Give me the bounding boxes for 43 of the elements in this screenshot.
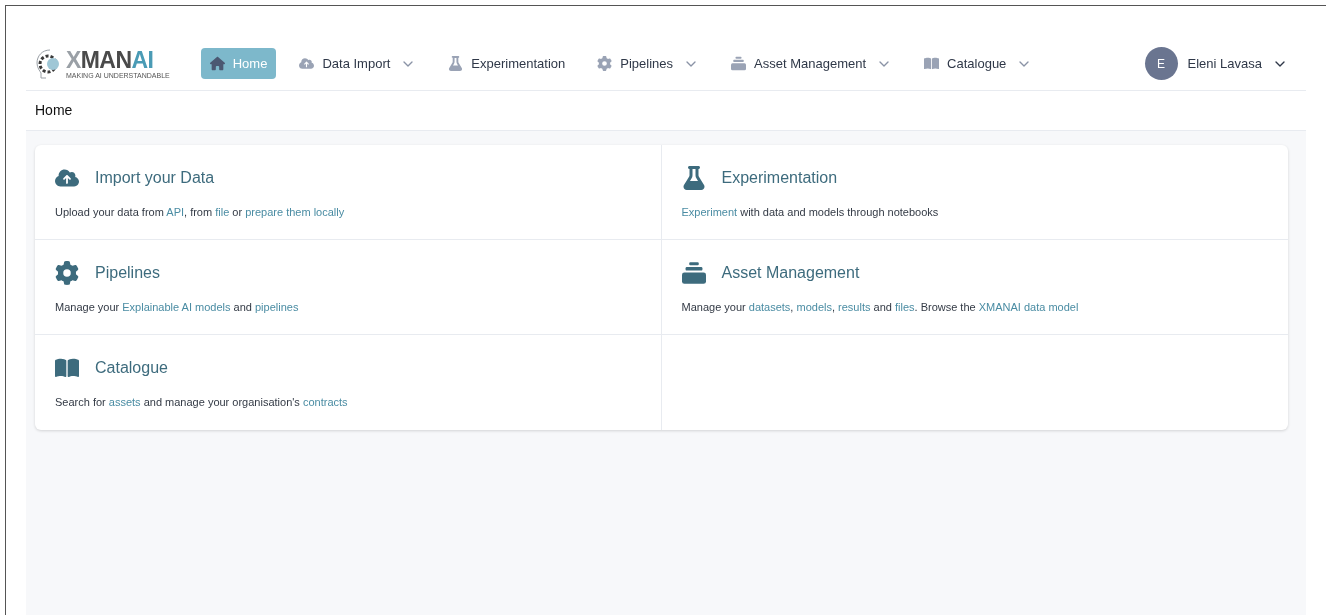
- stack-icon: [731, 56, 747, 71]
- card-title: Asset Management: [721, 263, 860, 283]
- card-description: Search for assets and manage your organisation's contracts: [55, 395, 349, 410]
- card-title: Catalogue: [95, 358, 168, 378]
- home-icon: [209, 56, 225, 71]
- link[interactable]: contracts: [302, 396, 348, 408]
- cloud-upload-icon: [299, 56, 315, 71]
- link[interactable]: Experiment: [681, 206, 738, 218]
- breadcrumb: Home: [35, 101, 73, 120]
- nav-item[interactable]: Asset Management: [722, 48, 902, 79]
- link[interactable]: results: [838, 301, 871, 313]
- card-description: Manage your Explainable AI models and pipelines: [55, 300, 300, 315]
- user-name: Eleni Lavasa: [1187, 54, 1262, 73]
- user-avatar: E: [1144, 47, 1178, 80]
- nav-item[interactable]: Catalogue: [915, 48, 1042, 79]
- logo-wordmark: XMANAI: [66, 49, 155, 72]
- card-description: Manage your datasets, models, results and files. Browse the XMANAI data model: [681, 300, 1080, 315]
- link[interactable]: pipelines: [254, 301, 299, 313]
- card-description: Experiment with data and models through notebooks: [681, 205, 940, 220]
- flask-icon: [448, 56, 464, 71]
- user-menu[interactable]: E Eleni Lavasa: [1144, 47, 1288, 80]
- link[interactable]: XMANAI data model: [978, 301, 1079, 313]
- card-title: Import your Data: [95, 168, 215, 188]
- link[interactable]: API: [166, 206, 185, 218]
- link[interactable]: models: [796, 301, 832, 313]
- card-title: Experimentation: [721, 168, 838, 188]
- nav-item[interactable]: Pipelines: [588, 48, 709, 79]
- link[interactable]: files: [894, 301, 915, 313]
- nav-item[interactable]: Data Import: [290, 48, 426, 79]
- link[interactable]: Explainable AI models: [122, 301, 231, 313]
- flask-icon: [681, 166, 706, 190]
- link[interactable]: prepare them locally: [245, 206, 345, 218]
- stack-icon: [681, 261, 706, 285]
- card-title: Pipelines: [95, 263, 160, 283]
- link[interactable]: file: [215, 206, 230, 218]
- card-description: Upload your data from API, from file or prepare them locally: [55, 205, 346, 220]
- link[interactable]: assets: [108, 396, 141, 408]
- gear-icon: [55, 261, 79, 285]
- nav-item[interactable]: Experimentation: [439, 48, 575, 79]
- gear-icon: [597, 56, 613, 71]
- nav-item[interactable]: Home: [200, 48, 277, 79]
- open-book-icon: [924, 56, 940, 71]
- open-book-icon: [55, 356, 79, 380]
